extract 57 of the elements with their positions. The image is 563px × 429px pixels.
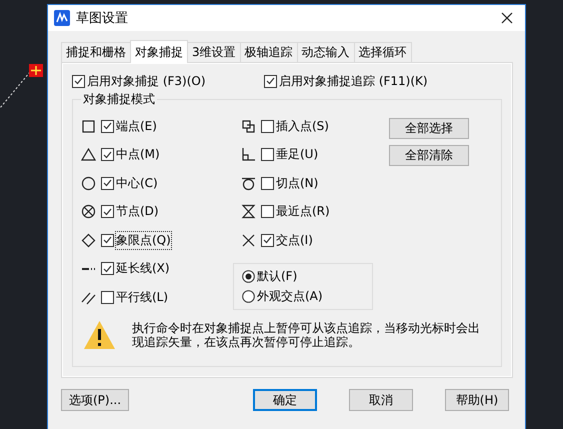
checkbox-label: 象限点(Q) xyxy=(116,232,171,249)
tab[interactable]: 捕捉和栅格 xyxy=(61,42,131,63)
checkbox[interactable] xyxy=(261,205,274,218)
checkbox[interactable] xyxy=(72,74,85,88)
checkbox[interactable] xyxy=(261,176,274,190)
dialog-button[interactable]: 取消 xyxy=(349,389,413,411)
checkbox[interactable] xyxy=(101,120,114,133)
radio-button[interactable] xyxy=(242,290,255,302)
dialog-button[interactable]: 选项(P)... xyxy=(61,389,129,411)
checkbox-label: 交点(I) xyxy=(276,232,313,249)
checkbox-label: 延长线(X) xyxy=(116,260,170,278)
checkbox-label: 启用对象捕捉 (F3)(O) xyxy=(87,72,206,90)
checkbox-label: 端点(E) xyxy=(116,118,157,135)
checkbox[interactable] xyxy=(101,176,114,190)
checkbox[interactable] xyxy=(101,148,114,162)
checkbox[interactable] xyxy=(101,205,114,218)
checkbox-label: 启用对象捕捉追踪 (F11)(K) xyxy=(279,72,428,90)
hint-text: 执行命令时在对象捕捉点上暂停可从该点追踪，当移动光标时会出现追踪矢量，在该点再次暂停可停止追踪。 xyxy=(132,320,481,348)
triangle-icon xyxy=(81,147,96,162)
radio-label: 默认(F) xyxy=(257,268,298,284)
close-icon[interactable] xyxy=(501,12,513,24)
square-icon xyxy=(81,118,96,134)
stepped-squares-icon xyxy=(241,118,256,134)
diamond-icon xyxy=(81,232,96,248)
checkbox[interactable] xyxy=(101,262,114,276)
checkbox-label: 中点(M) xyxy=(116,146,160,164)
window-title: 草图设置 xyxy=(76,10,129,27)
checkbox[interactable] xyxy=(261,148,274,162)
side-button[interactable]: 全部清除 xyxy=(389,145,469,166)
circled-x-icon xyxy=(81,204,96,220)
radio-label: 外观交点(A) xyxy=(257,288,323,304)
tangent-circle-icon xyxy=(241,176,256,191)
tab[interactable]: 选择循环 xyxy=(354,42,412,63)
side-button[interactable]: 全部选择 xyxy=(389,118,469,139)
checkbox-label: 最近点(R) xyxy=(276,203,330,220)
hourglass-icon xyxy=(241,204,256,220)
cross-icon xyxy=(241,232,256,248)
checkbox[interactable] xyxy=(264,74,277,88)
checkbox-label: 中心(C) xyxy=(116,174,158,192)
dialog-button[interactable]: 帮助(H) xyxy=(445,389,509,411)
right-angle-icon xyxy=(241,147,256,162)
checkbox[interactable] xyxy=(261,120,274,133)
warning-icon xyxy=(83,320,116,350)
checkbox[interactable] xyxy=(101,290,114,304)
app-logo-icon xyxy=(54,10,70,26)
checkbox-label: 垂足(U) xyxy=(276,146,318,164)
checkbox[interactable] xyxy=(101,234,114,247)
checkbox-label: 插入点(S) xyxy=(276,118,329,135)
tab[interactable]: 对象捕捉 xyxy=(130,40,188,63)
checkbox[interactable] xyxy=(261,234,274,247)
dialog-button[interactable]: 确定 xyxy=(253,389,317,411)
group-title: 对象捕捉模式 xyxy=(82,91,156,108)
checkbox-label: 平行线(L) xyxy=(116,288,168,306)
checkbox-label: 切点(N) xyxy=(276,174,318,192)
radio-button[interactable] xyxy=(242,270,255,282)
circle-icon xyxy=(81,176,96,191)
checkbox-label: 节点(D) xyxy=(116,203,159,220)
